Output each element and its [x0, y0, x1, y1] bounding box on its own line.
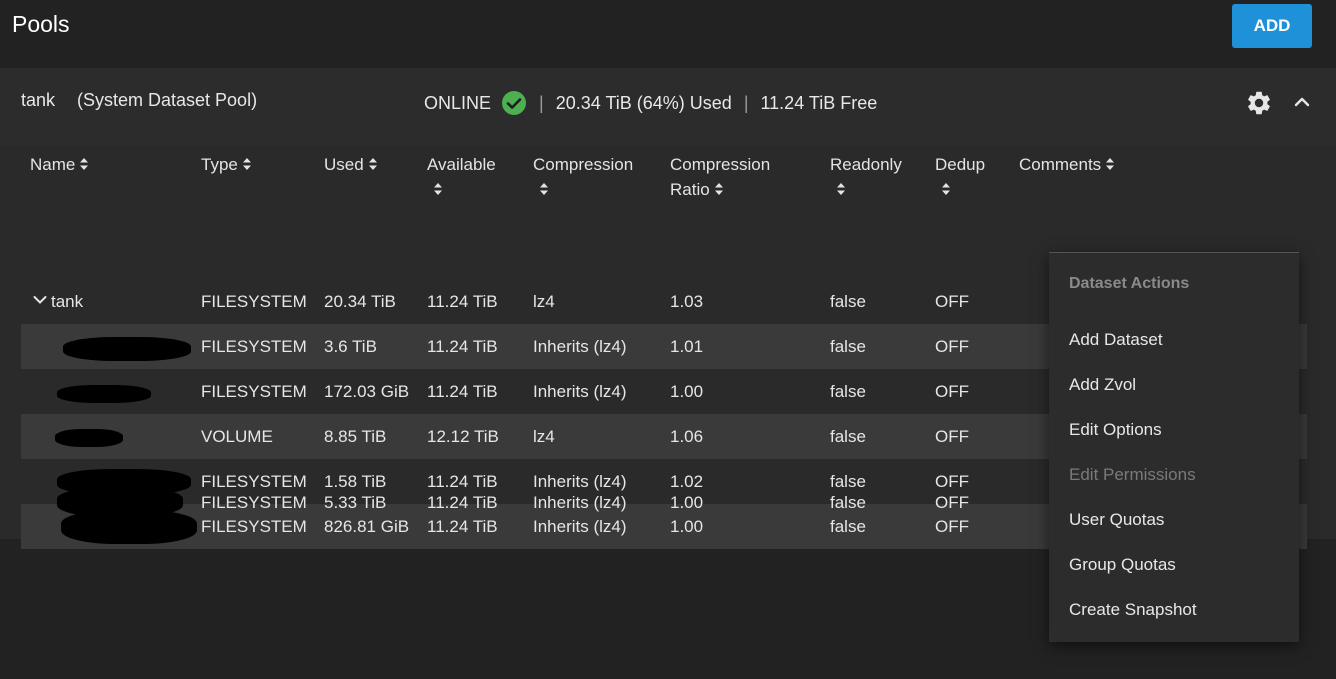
chevron-down-icon[interactable]: [33, 295, 47, 305]
dataset-type: FILESYSTEM: [201, 337, 307, 356]
header-label: Used: [324, 155, 364, 174]
menu-title: Dataset Actions: [1069, 275, 1190, 292]
column-header-name[interactable]: Name: [30, 152, 89, 177]
dataset-readonly: false: [830, 382, 866, 401]
menu-item-add-dataset[interactable]: Add Dataset: [1049, 318, 1299, 362]
pool-status-text: ONLINE: [424, 92, 492, 113]
dataset-used: 8.85 TiB: [324, 427, 387, 446]
dataset-available: 11.24 TiB: [427, 382, 498, 401]
dataset-dedup: OFF: [935, 292, 969, 311]
dataset-used: 20.34 TiB: [324, 292, 396, 311]
dataset-used: 3.6 TiB: [324, 337, 377, 356]
pool-used: 20.34 TiB (64%) Used: [555, 92, 732, 113]
column-header-dedup[interactable]: Dedup: [935, 152, 985, 202]
add-pool-button[interactable]: ADD: [1232, 4, 1312, 48]
pool-status: ONLINE | 20.34 TiB (64%) Used | 11.24 Ti…: [424, 90, 877, 116]
dataset-compression: Inherits (lz4): [533, 493, 627, 512]
menu-item-edit-options[interactable]: Edit Options: [1049, 408, 1299, 452]
sort-icon: [540, 183, 548, 195]
dataset-compression: lz4: [533, 427, 555, 446]
column-header-used[interactable]: Used: [324, 152, 378, 177]
dataset-name: tank: [33, 279, 83, 324]
dataset-used: 172.03 GiB: [324, 382, 410, 401]
header-label: Comments: [1019, 155, 1102, 174]
chevron-up-icon[interactable]: [1292, 92, 1312, 112]
dataset-available: 11.24 TiB: [427, 292, 498, 311]
header-label: Available: [427, 155, 496, 174]
dataset-compression-ratio: 1.00: [670, 493, 704, 512]
dataset-type: FILESYSTEM: [201, 382, 307, 401]
dataset-type: FILESYSTEM: [201, 493, 307, 512]
dataset-name-label: tank: [51, 292, 84, 311]
redacted-name: [57, 385, 151, 403]
dataset-type: FILESYSTEM: [201, 292, 307, 311]
column-header-compression[interactable]: Compression: [533, 152, 633, 202]
redacted-name: [63, 337, 191, 361]
dataset-actions-menu: Dataset Actions Add Dataset Add Zvol Edi…: [1049, 252, 1299, 642]
dataset-available: 11.24 TiB: [427, 493, 498, 512]
redacted-name: [57, 487, 183, 517]
header-label: Compression: [670, 155, 771, 174]
dataset-compression: lz4: [533, 292, 555, 311]
header-label: Readonly: [830, 155, 902, 174]
page-header: Pools ADD: [0, 0, 1336, 60]
dataset-used: 5.33 TiB: [324, 493, 387, 512]
header-label: Ratio: [670, 180, 710, 199]
menu-item-add-zvol[interactable]: Add Zvol: [1049, 363, 1299, 407]
dataset-compression-ratio: 1.03: [670, 292, 704, 311]
pool-header: tank (System Dataset Pool) ONLINE | 20.3…: [0, 68, 1336, 146]
sort-icon: [1106, 158, 1115, 170]
dataset-compression: Inherits (lz4): [533, 337, 627, 356]
dataset-readonly: false: [830, 493, 866, 512]
dataset-compression-ratio: 1.00: [670, 382, 704, 401]
dataset-readonly: false: [830, 337, 866, 356]
header-label: Compression: [533, 155, 634, 174]
dataset-compression: Inherits (lz4): [533, 382, 627, 401]
header-label: Name: [30, 155, 76, 174]
dataset-compression-ratio: 1.01: [670, 337, 704, 356]
dataset-available: 12.12 TiB: [427, 427, 499, 446]
menu-item-edit-permissions: Edit Permissions: [1069, 465, 1196, 484]
redacted-name: [55, 429, 123, 447]
pool-free: 11.24 TiB Free: [760, 92, 878, 113]
menu-item-group-quotas[interactable]: Group Quotas: [1049, 543, 1299, 587]
header-label: Dedup: [935, 155, 986, 174]
gear-icon[interactable]: [1245, 89, 1273, 117]
check-circle-icon: [502, 91, 527, 115]
dataset-dedup: OFF: [935, 382, 969, 401]
sort-icon: [368, 158, 377, 170]
sort-icon: [714, 183, 723, 195]
separator: |: [539, 92, 544, 113]
dataset-readonly: false: [830, 427, 866, 446]
column-header-compression-ratio[interactable]: Compression Ratio: [670, 152, 770, 202]
column-header-comments[interactable]: Comments: [1019, 152, 1115, 177]
sort-icon: [434, 183, 442, 195]
dataset-dedup: OFF: [935, 427, 969, 446]
pool-subtitle: (System Dataset Pool): [77, 90, 258, 110]
dataset-available: 11.24 TiB: [427, 337, 498, 356]
header-label: Type: [201, 155, 238, 174]
column-header-available[interactable]: Available: [427, 152, 496, 202]
menu-item-user-quotas[interactable]: User Quotas: [1049, 498, 1299, 542]
dataset-readonly: false: [830, 292, 866, 311]
sort-icon: [80, 158, 89, 170]
sort-icon: [837, 183, 845, 195]
sort-icon: [242, 158, 251, 170]
dataset-type: VOLUME: [201, 427, 273, 446]
dataset-compression-ratio: 1.06: [670, 427, 704, 446]
menu-item-create-snapshot[interactable]: Create Snapshot: [1049, 588, 1299, 632]
column-header-type[interactable]: Type: [201, 152, 252, 177]
separator: |: [743, 92, 749, 113]
dataset-dedup: OFF: [935, 493, 969, 512]
page-title: Pools: [12, 11, 70, 37]
pool-name: tank: [21, 90, 56, 110]
sort-icon: [942, 183, 950, 195]
dataset-dedup: OFF: [935, 337, 969, 356]
column-header-readonly[interactable]: Readonly: [830, 152, 902, 202]
